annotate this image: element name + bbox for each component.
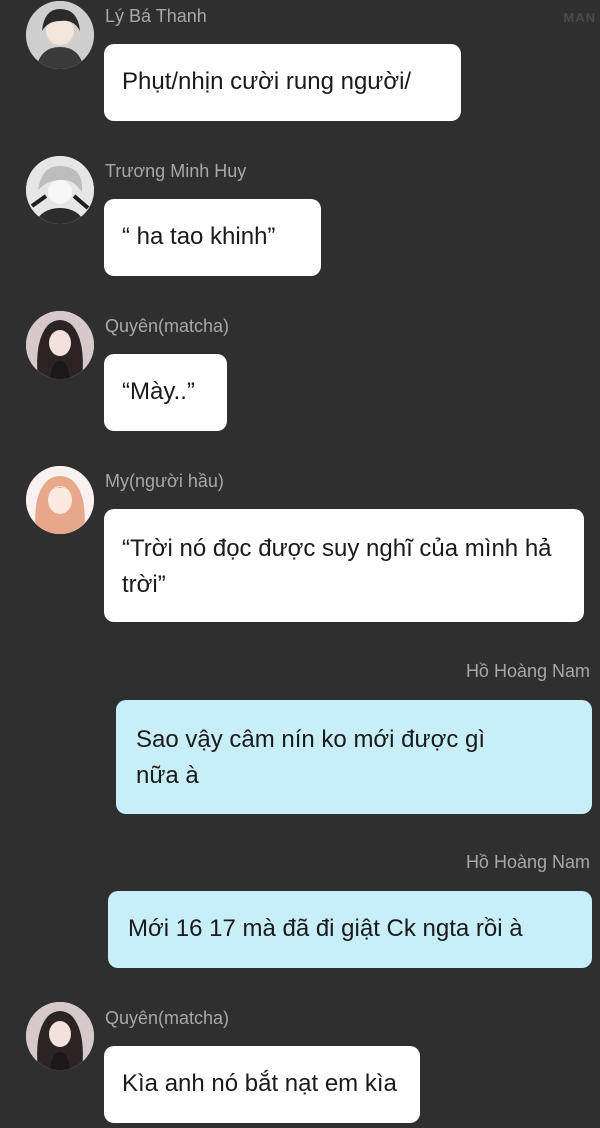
- message-bubble[interactable]: Kìa anh nó bắt nạt em kìa: [104, 1046, 420, 1123]
- message-text: Phụt/nhịn cười rung người/: [122, 68, 412, 95]
- message-text: Sao vậy câm nín ko mới được gì nữa à: [136, 726, 486, 789]
- avatar-ly-ba-thanh[interactable]: [26, 1, 94, 69]
- sender-name: Trương Minh Huy: [105, 161, 247, 181]
- watermark: MAN: [563, 10, 596, 25]
- message-text: “Trời nó đọc được suy nghĩ của mình hả t…: [122, 535, 552, 598]
- sender-name: My(người hầu): [105, 471, 224, 491]
- avatar-quyen-matcha[interactable]: [26, 311, 94, 379]
- message-bubble[interactable]: Mới 16 17 mà đã đi giật Ck ngta rồi à: [108, 891, 592, 968]
- message-bubble[interactable]: Phụt/nhịn cười rung người/: [104, 44, 461, 121]
- sender-name: Lý Bá Thanh: [105, 6, 207, 26]
- message-text: “Mày..”: [122, 378, 195, 405]
- message-bubble[interactable]: Sao vậy câm nín ko mới được gì nữa à: [116, 700, 592, 814]
- message-bubble[interactable]: “Mày..”: [104, 354, 227, 431]
- sender-name: Quyên(matcha): [105, 316, 230, 336]
- avatar-my-nguoi-hau[interactable]: [26, 466, 94, 534]
- message-bubble[interactable]: “Trời nó đọc được suy nghĩ của mình hả t…: [104, 509, 584, 622]
- sender-name: Hồ Hoàng Nam: [465, 661, 590, 681]
- message-text: Kìa anh nó bắt nạt em kìa: [122, 1070, 397, 1097]
- avatar-quyen-matcha[interactable]: [26, 1002, 94, 1070]
- sender-name: Quyên(matcha): [105, 1008, 230, 1028]
- message-bubble[interactable]: “ ha tao khinh”: [104, 199, 321, 276]
- message-text: “ ha tao khinh”: [122, 223, 276, 250]
- message-text: Mới 16 17 mà đã đi giật Ck ngta rồi à: [128, 915, 523, 942]
- sender-name: Hồ Hoàng Nam: [465, 852, 590, 872]
- avatar-truong-minh-huy[interactable]: [26, 156, 94, 224]
